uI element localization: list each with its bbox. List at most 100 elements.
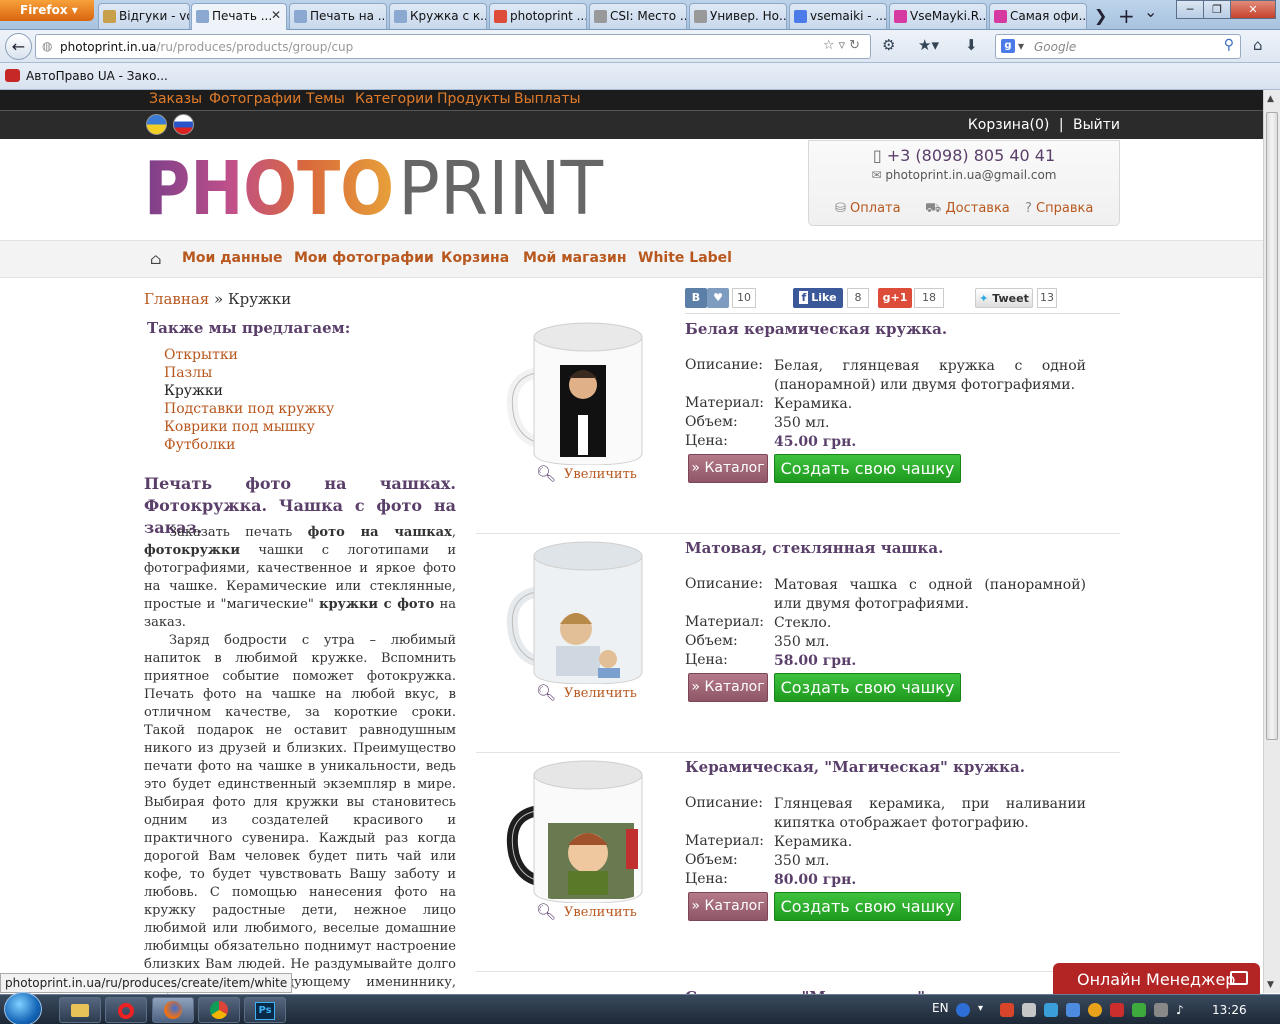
catalog-button[interactable]: » Каталог: [688, 673, 768, 702]
top-nav-link[interactable]: Фотографии: [209, 91, 301, 107]
start-button[interactable]: [4, 992, 42, 1024]
cart-link[interactable]: Корзина(0): [968, 117, 1050, 133]
mug-image[interactable]: [498, 534, 648, 684]
downloads-icon[interactable]: ⬇: [965, 36, 978, 54]
breadcrumb-home[interactable]: Главная: [144, 290, 209, 308]
tab-scroll-right-icon[interactable]: ❯: [1094, 6, 1107, 25]
tab-list-icon[interactable]: ⌄: [1144, 2, 1157, 21]
top-nav-link[interactable]: Выплаты: [514, 91, 581, 107]
skype-tray-icon[interactable]: [1044, 1003, 1058, 1017]
also-offer-item[interactable]: Пазлы: [164, 364, 334, 382]
search-engine-dropdown-icon[interactable]: ▾: [1018, 39, 1024, 53]
search-icon[interactable]: ⚲: [1224, 37, 1234, 53]
firefox-taskbar-icon[interactable]: [152, 997, 194, 1023]
page-scrollbar[interactable]: ▲ ▼: [1263, 90, 1280, 993]
chrome-taskbar-icon[interactable]: [198, 997, 240, 1023]
scroll-up-icon[interactable]: ▲: [1267, 94, 1274, 104]
zoom-link[interactable]: 🔍︎ Увеличить: [536, 902, 637, 921]
also-offer-item[interactable]: Коврики под мышку: [164, 418, 334, 436]
maximize-button[interactable]: ❐: [1203, 0, 1231, 19]
delivery-link[interactable]: ⛟ Доставка: [925, 201, 1010, 218]
app2-tray-icon[interactable]: [1110, 1003, 1124, 1017]
vk-button[interactable]: В: [685, 288, 707, 308]
vk-heart-icon[interactable]: ♥: [707, 288, 729, 308]
browser-tab[interactable]: vsemaiki - ...: [789, 3, 887, 29]
catalog-button[interactable]: » Каталог: [688, 454, 768, 483]
new-tab-button[interactable]: +: [1118, 4, 1135, 28]
zoom-link[interactable]: 🔍︎ Увеличить: [536, 464, 637, 483]
top-nav-link[interactable]: Категории: [355, 91, 433, 107]
product-title[interactable]: Белая керамическая кружка.: [685, 320, 947, 338]
browser-tab[interactable]: VseMayki.R...: [889, 3, 987, 29]
opera-taskbar-icon[interactable]: [105, 997, 147, 1023]
app-tray-icon[interactable]: [1022, 1003, 1036, 1017]
volume-tray-icon[interactable]: ♪: [1176, 1003, 1190, 1017]
app3-tray-icon[interactable]: [1132, 1003, 1146, 1017]
language-indicator[interactable]: EN: [932, 1001, 949, 1015]
reload-icon[interactable]: ↻: [849, 38, 864, 53]
main-menu-item[interactable]: Мои фотографии: [294, 250, 434, 266]
main-menu-item[interactable]: Мой магазин: [523, 250, 627, 266]
top-nav-link[interactable]: Продукты: [437, 91, 511, 107]
search-input[interactable]: g ▾ Google ⚲: [995, 34, 1241, 59]
close-tab-icon[interactable]: ✕: [271, 8, 281, 22]
ukraine-flag-icon[interactable]: [146, 114, 167, 135]
tray-arrow-icon[interactable]: ▾: [978, 1003, 984, 1017]
gplus-button[interactable]: g+1: [878, 288, 912, 308]
explorer-taskbar-icon[interactable]: [59, 997, 101, 1023]
browser-tab[interactable]: Печать ... ✕: [191, 3, 287, 30]
create-mug-button[interactable]: Создать свою чашку: [774, 673, 961, 702]
browser-tab[interactable]: Универ. Но...: [689, 3, 787, 29]
av-tray-icon[interactable]: [1088, 1003, 1102, 1017]
bookmarks-menu-icon[interactable]: ★▾: [918, 36, 939, 54]
scrollbar-thumb[interactable]: [1266, 112, 1278, 740]
also-offer-item[interactable]: Открытки: [164, 346, 334, 364]
mug-image[interactable]: [498, 315, 648, 465]
close-window-button[interactable]: ✕: [1230, 0, 1276, 19]
catalog-button[interactable]: » Каталог: [688, 892, 768, 921]
also-offer-item[interactable]: Подставки под кружку: [164, 400, 334, 418]
scroll-down-icon[interactable]: ▼: [1267, 980, 1274, 990]
address-bar[interactable]: ◍ photoprint.in.ua/ru/produces/products/…: [35, 34, 871, 59]
main-menu-item[interactable]: Мои данные: [182, 250, 283, 266]
browser-tab[interactable]: Відгуки - vov...: [98, 3, 190, 29]
main-menu-item[interactable]: White Label: [638, 250, 732, 266]
browser-tab[interactable]: Печать на ...: [289, 3, 387, 29]
home-icon[interactable]: ⌂: [150, 250, 161, 268]
media-tray-icon[interactable]: [1000, 1003, 1014, 1017]
bookmark-item[interactable]: АвтоПраво UA - Зако...: [26, 69, 168, 83]
dropbox-tray-icon[interactable]: [1066, 1003, 1080, 1017]
mug-image[interactable]: [498, 753, 648, 903]
logout-link[interactable]: Выйти: [1073, 117, 1120, 133]
facebook-like-button[interactable]: f Like: [793, 288, 843, 308]
network-tray-icon[interactable]: [1154, 1003, 1168, 1017]
home-icon[interactable]: ⌂: [1253, 36, 1263, 54]
back-button[interactable]: ←: [5, 33, 32, 60]
russia-flag-icon[interactable]: [173, 114, 194, 135]
main-menu-item[interactable]: Корзина: [441, 250, 509, 266]
browser-tab[interactable]: CSI: Место ...: [589, 3, 687, 29]
top-nav-link[interactable]: Темы: [306, 91, 345, 107]
minimize-button[interactable]: ─: [1176, 0, 1204, 19]
browser-tab[interactable]: Самая офи...: [989, 3, 1087, 29]
tweet-button[interactable]: ✦ Tweet: [975, 288, 1033, 308]
zoom-link[interactable]: 🔍︎ Увеличить: [536, 683, 637, 702]
top-nav-link[interactable]: Заказы: [149, 91, 202, 107]
also-offer-item[interactable]: Футболки: [164, 436, 334, 454]
browser-tab[interactable]: photoprint ...: [489, 3, 587, 29]
browser-tab[interactable]: Кружка с к...: [389, 3, 487, 29]
firefox-menu-button[interactable]: Firefox ▾: [0, 0, 94, 21]
photoprint-logo[interactable]: PHOTO PRINT: [144, 150, 614, 220]
addon-icon[interactable]: ⚙: [882, 36, 895, 54]
payment-link[interactable]: ⛁ Оплата: [835, 201, 901, 216]
clock[interactable]: 13:26: [1212, 1003, 1247, 1017]
help-link[interactable]: ? Справка: [1025, 201, 1093, 216]
create-mug-button[interactable]: Создать свою чашку: [774, 892, 961, 921]
bookmark-star-icon[interactable]: ☆: [823, 38, 839, 53]
online-manager-button[interactable]: Онлайн Менеджер: [1053, 963, 1260, 996]
help-tray-icon[interactable]: [956, 1003, 970, 1017]
product-title[interactable]: Керамическая, "Магическая" кружка.: [685, 758, 1025, 776]
product-title[interactable]: Матовая, стеклянная чашка.: [685, 539, 943, 557]
dropdown-icon[interactable]: ▿: [839, 38, 850, 53]
photoshop-taskbar-icon[interactable]: Ps: [244, 997, 286, 1023]
